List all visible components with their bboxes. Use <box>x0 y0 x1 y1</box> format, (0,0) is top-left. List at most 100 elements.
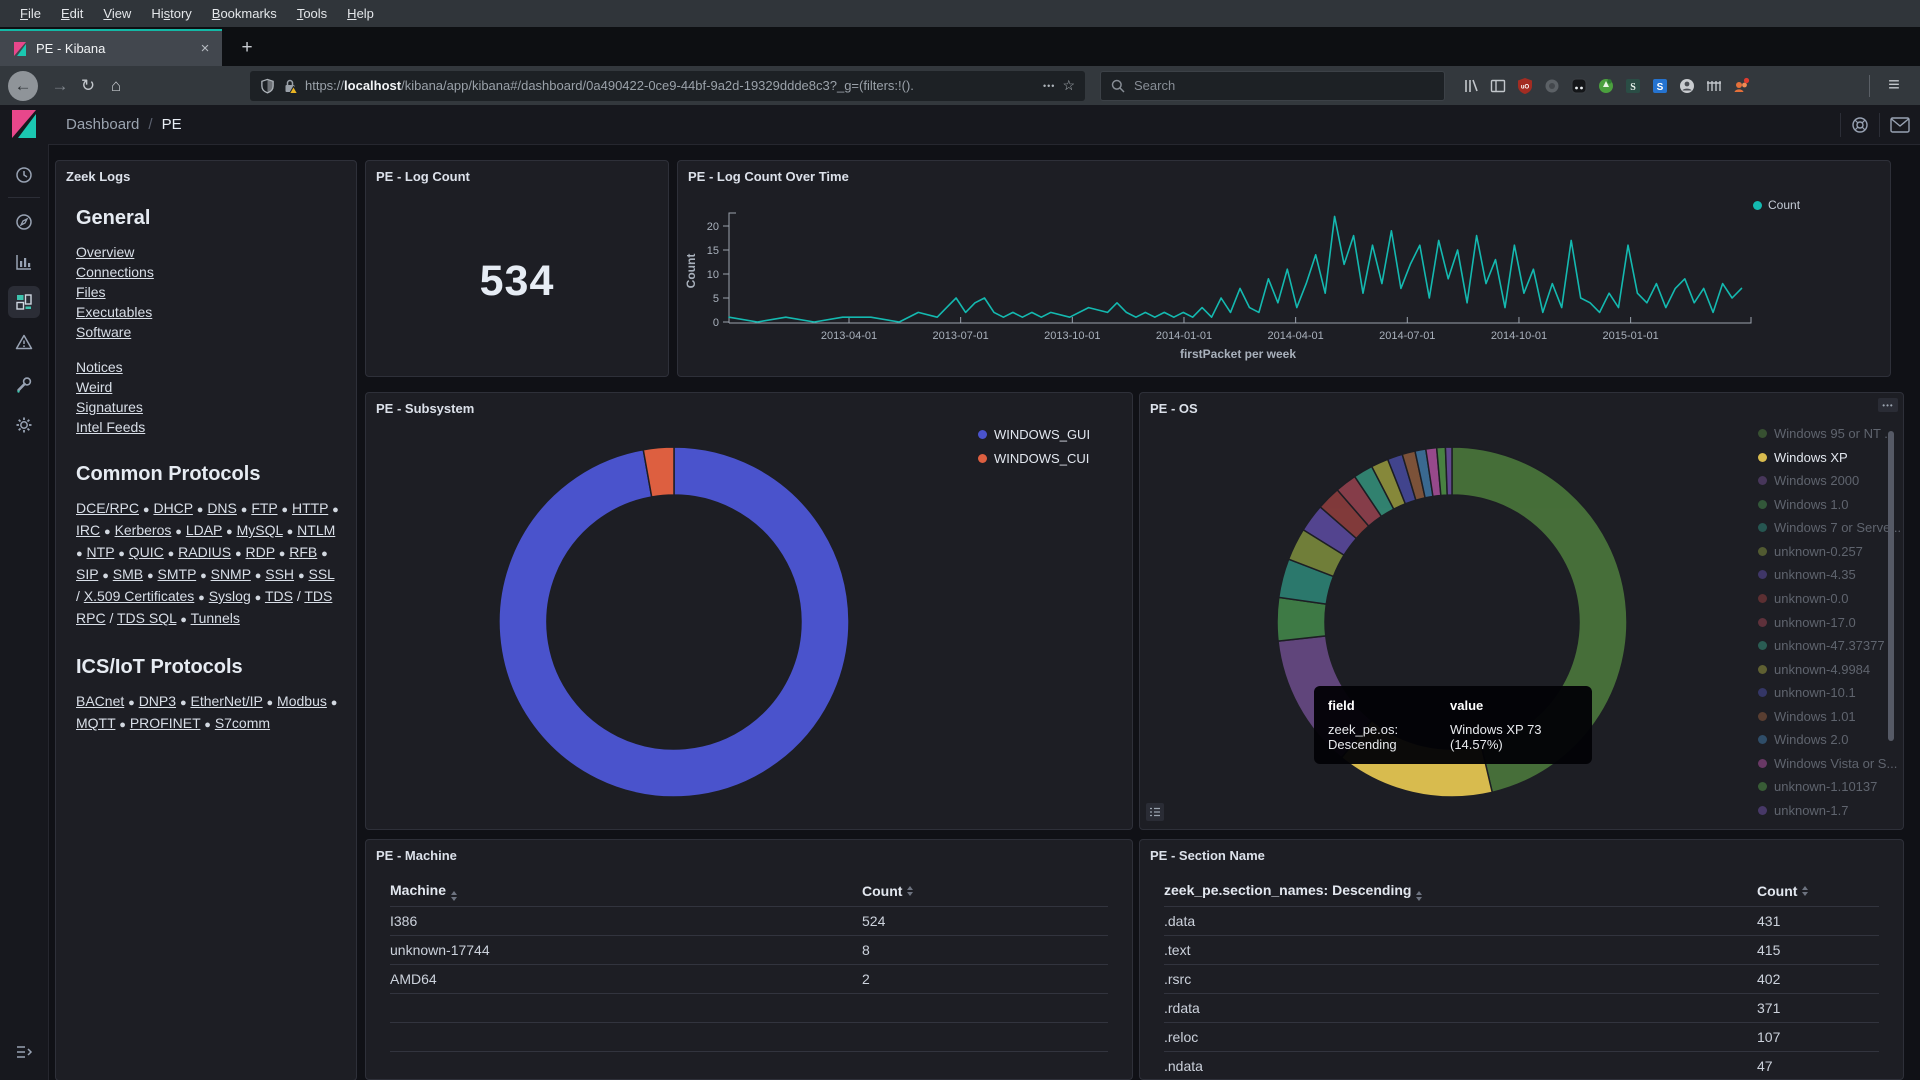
zeek-link[interactable]: RADIUS <box>178 544 231 560</box>
legend-item[interactable]: Windows 95 or NT ... <box>1758 422 1901 446</box>
url-bar[interactable]: https://localhost/kibana/app/kibana#/das… <box>250 71 1085 101</box>
zeek-link[interactable]: FTP <box>251 500 277 516</box>
zeek-link[interactable]: TDS <box>265 588 293 604</box>
ublock-origin-icon[interactable]: uO <box>1515 76 1535 96</box>
zeek-link[interactable]: Software <box>76 324 131 340</box>
legend-item[interactable]: WINDOWS_GUI <box>978 422 1090 446</box>
back-button[interactable]: ← <box>8 71 38 101</box>
browser-tab[interactable]: PE - Kibana × <box>0 29 222 66</box>
forward-button[interactable]: → <box>46 72 74 100</box>
zeek-link[interactable]: Tunnels <box>191 610 240 626</box>
reload-button[interactable]: ↻ <box>74 72 102 100</box>
dashboard-icon[interactable] <box>8 286 40 318</box>
zeek-link[interactable]: Files <box>76 284 106 300</box>
zeek-link[interactable]: Modbus <box>277 693 327 709</box>
multi-account-icon[interactable] <box>1731 76 1751 96</box>
legend-toggle-button[interactable] <box>1146 803 1164 821</box>
menu-view[interactable]: View <box>93 3 141 24</box>
sidebars-icon[interactable] <box>1488 76 1508 96</box>
stylus-extension-icon[interactable]: S <box>1623 76 1643 96</box>
help-icon[interactable] <box>1851 116 1869 134</box>
breadcrumb-dashboard[interactable]: Dashboard <box>66 116 139 133</box>
legend-item[interactable]: unknown-17.0 <box>1758 610 1901 634</box>
pie-slice-Windows 1.0[interactable] <box>1277 597 1326 641</box>
pie-slice-unknown-1.7[interactable] <box>1445 447 1452 495</box>
column-header[interactable]: Machine <box>390 882 457 901</box>
legend-item[interactable]: unknown-1.7 <box>1758 799 1901 823</box>
zeek-link[interactable]: SIP <box>76 566 98 582</box>
legend-item[interactable]: Windows 2.0 <box>1758 728 1901 752</box>
menu-file[interactable]: File <box>10 3 51 24</box>
bookmark-star-icon[interactable]: ☆ <box>1062 77 1075 94</box>
column-header[interactable]: Count <box>1757 876 1808 906</box>
zeek-link[interactable]: SSL <box>308 566 334 582</box>
zeek-link[interactable]: Notices <box>76 359 123 375</box>
zeek-link[interactable]: Signatures <box>76 399 143 415</box>
legend-scrollbar[interactable] <box>1888 431 1894 741</box>
legend-item[interactable]: Windows Vista or S... <box>1758 751 1901 775</box>
legend-item[interactable]: unknown-1.10137 <box>1758 775 1901 799</box>
zeek-link[interactable]: S7comm <box>215 715 270 731</box>
new-tab-button[interactable]: + <box>232 33 262 63</box>
feedback-envelope-icon[interactable] <box>1890 117 1910 133</box>
legend-item[interactable]: unknown-0.257 <box>1758 540 1901 564</box>
page-actions-icon[interactable]: ••• <box>1043 81 1055 91</box>
legend-item[interactable]: Windows XP <box>1758 446 1901 470</box>
menu-help[interactable]: Help <box>337 3 384 24</box>
zeek-link[interactable]: QUIC <box>129 544 164 560</box>
management-gear-icon[interactable] <box>8 409 40 441</box>
zeek-link[interactable]: DNS <box>207 500 237 516</box>
discover-compass-icon[interactable] <box>8 206 40 238</box>
zeek-link[interactable]: X.509 Certificates <box>84 588 195 604</box>
menu-edit[interactable]: Edit <box>51 3 93 24</box>
zeek-link[interactable]: Syslog <box>209 588 251 604</box>
zeek-link[interactable]: Kerberos <box>115 522 172 538</box>
menu-bookmarks[interactable]: Bookmarks <box>202 3 287 24</box>
zeek-link[interactable]: SMTP <box>158 566 197 582</box>
permissions-shield-icon[interactable] <box>260 78 275 94</box>
legend-item[interactable]: unknown-47.37377 <box>1758 634 1901 658</box>
zeek-link[interactable]: RFB <box>289 544 317 560</box>
zeek-link[interactable]: TDS SQL <box>117 610 176 626</box>
zeek-link[interactable]: NTP <box>87 544 115 560</box>
legend-item[interactable]: Windows 1.01 <box>1758 704 1901 728</box>
zeek-link[interactable]: LDAP <box>186 522 222 538</box>
zeek-link[interactable]: IRC <box>76 522 100 538</box>
kibana-logo[interactable] <box>11 110 37 139</box>
disabled-extension-icon[interactable] <box>1542 76 1562 96</box>
zeek-link[interactable]: Overview <box>76 244 134 260</box>
legend-item[interactable]: unknown-10.1 <box>1758 681 1901 705</box>
zeek-link[interactable]: MySQL <box>237 522 283 538</box>
legend-item[interactable]: Windows 1.0 <box>1758 493 1901 517</box>
zeek-link[interactable]: Executables <box>76 304 152 320</box>
zeek-link[interactable]: DNP3 <box>139 693 176 709</box>
zeek-link[interactable]: DHCP <box>153 500 192 516</box>
library-icon[interactable] <box>1461 76 1481 96</box>
collapse-nav-icon[interactable] <box>8 1036 40 1068</box>
zeek-link[interactable]: SMB <box>113 566 143 582</box>
legend-item[interactable]: unknown-4.9984 <box>1758 657 1901 681</box>
zeek-link[interactable]: HTTP <box>292 500 328 516</box>
zeek-link[interactable]: Connections <box>76 264 154 280</box>
legend-item[interactable]: Windows 7 or Serve... <box>1758 516 1901 540</box>
recently-viewed-clock-icon[interactable] <box>8 159 40 191</box>
legend-item[interactable]: unknown-0.0 <box>1758 587 1901 611</box>
account-icon[interactable] <box>1677 76 1697 96</box>
chart-legend[interactable]: Count <box>1753 198 1800 212</box>
zeek-link[interactable]: Weird <box>76 379 112 395</box>
visualize-chart-icon[interactable] <box>8 246 40 278</box>
lock-warning-icon[interactable] <box>282 78 298 94</box>
zeek-link[interactable]: SSH <box>265 566 294 582</box>
zeek-link[interactable]: NTLM <box>297 522 335 538</box>
browser-search-field[interactable]: Search <box>1100 71 1445 101</box>
zeek-link[interactable]: PROFINET <box>130 715 201 731</box>
cookie-extension-icon[interactable] <box>1569 76 1589 96</box>
zeek-link[interactable]: DCE/RPC <box>76 500 139 516</box>
zeek-link[interactable]: Intel Feeds <box>76 419 145 435</box>
zeek-link[interactable]: SNMP <box>211 566 251 582</box>
panel-options-icon[interactable]: ••• <box>1878 398 1898 412</box>
tab-close-icon[interactable]: × <box>196 40 214 58</box>
privacy-extension-icon[interactable] <box>1596 76 1616 96</box>
menu-tools[interactable]: Tools <box>287 3 337 24</box>
pie-slice-WINDOWS_GUI[interactable] <box>499 447 849 797</box>
